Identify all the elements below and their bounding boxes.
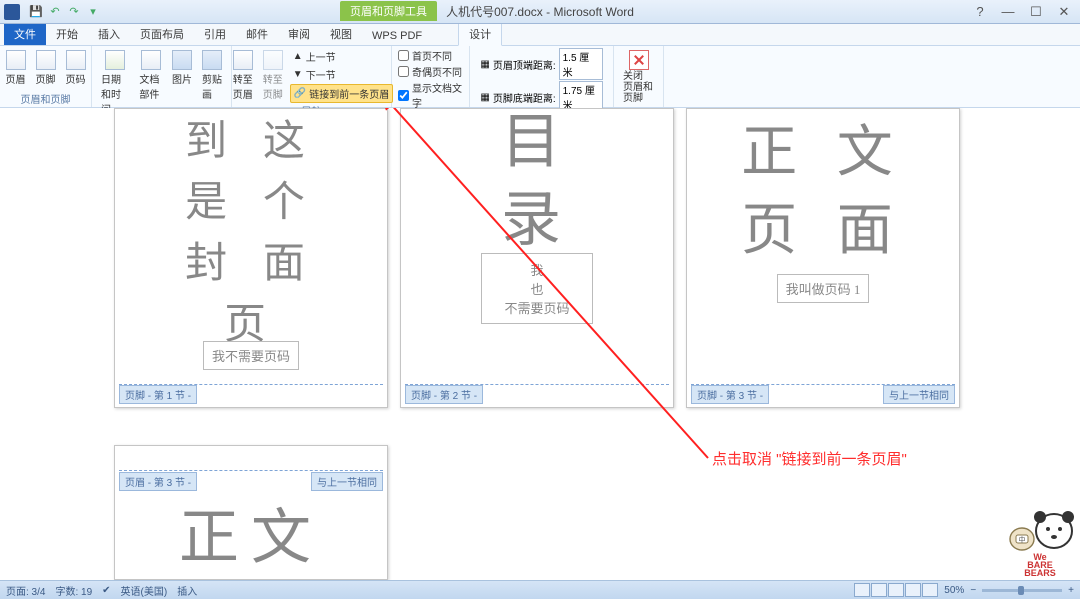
page-number-button[interactable]: 页码 — [63, 48, 89, 88]
status-page[interactable]: 页面: 3/4 — [6, 583, 45, 598]
header-icon: ▦ — [480, 59, 489, 70]
show-document-text-checkbox[interactable]: 显示文档文字 — [398, 80, 463, 110]
status-insert-mode[interactable]: 插入 — [177, 583, 197, 598]
status-words[interactable]: 字数: 19 — [55, 583, 92, 598]
footer-icon: ▦ — [480, 92, 489, 103]
p4-same-prev-tag: 与上一节相同 — [311, 472, 383, 491]
status-zoom[interactable]: 50% — [944, 585, 964, 596]
tab-mailings[interactable]: 邮件 — [236, 23, 278, 45]
p4-line1: 正文 — [115, 494, 387, 580]
link-icon: 🔗 — [294, 88, 306, 99]
tab-wps-pdf[interactable]: WPS PDF — [362, 27, 432, 45]
p3-line1: 正 文 — [687, 113, 959, 191]
window-title: 人机代号007.docx - Microsoft Word — [446, 3, 634, 20]
p1-line3: 封 面 — [115, 233, 387, 294]
close-header-footer-label: 关闭 页眉和页脚 — [623, 71, 654, 104]
p1-line2: 是 个 — [115, 172, 387, 233]
p2-box-l3: 不需要页码 — [504, 298, 569, 317]
help-icon[interactable]: ? — [968, 3, 992, 21]
p2-footer-tag: 页脚 - 第 2 节 - — [405, 385, 483, 404]
doc-parts-button[interactable]: 文档部件 — [136, 48, 165, 103]
footer-button-label: 页脚 — [36, 71, 56, 86]
zoom-slider[interactable] — [982, 589, 1062, 592]
tab-view[interactable]: 视图 — [320, 23, 362, 45]
footer-distance-label: 页脚底端距离: — [493, 90, 556, 105]
p1-box: 我不需要页码 — [203, 341, 299, 370]
page-number-button-label: 页码 — [66, 71, 86, 86]
tab-home[interactable]: 开始 — [46, 23, 88, 45]
goto-footer-label: 转至页脚 — [263, 71, 283, 101]
qat-redo-icon[interactable]: ↷ — [66, 4, 82, 20]
qat-save-icon[interactable]: 💾 — [28, 4, 44, 20]
doc-parts-button-label: 文档部件 — [139, 71, 162, 101]
clipart-button[interactable]: 剪贴画 — [199, 48, 225, 103]
p2-line2: 录 — [401, 181, 673, 259]
prev-section-button[interactable]: ▲上一节 — [290, 48, 393, 65]
odd-even-different-checkbox[interactable]: 奇偶页不同 — [398, 64, 463, 79]
minimize-icon[interactable]: — — [996, 3, 1020, 21]
word-app-icon — [4, 4, 20, 20]
maximize-icon[interactable]: ☐ — [1024, 3, 1048, 21]
first-page-different-label: 首页不同 — [412, 48, 452, 63]
tab-references[interactable]: 引用 — [194, 23, 236, 45]
zoom-out-icon[interactable]: − — [970, 585, 976, 596]
tab-page-layout[interactable]: 页面布局 — [130, 23, 194, 45]
p1-footer-tag: 页脚 - 第 1 节 - — [119, 385, 197, 404]
p4-header-tag: 页眉 - 第 3 节 - — [119, 472, 197, 491]
next-section-button[interactable]: ▼下一节 — [290, 66, 393, 83]
close-icon[interactable]: ✕ — [1052, 3, 1076, 21]
contextual-tab-group: 页眉和页脚工具 — [340, 1, 437, 21]
first-page-different-checkbox[interactable]: 首页不同 — [398, 48, 463, 63]
p1-line1: 到 这 — [115, 111, 387, 172]
goto-header-button[interactable]: 转至页眉 — [230, 48, 256, 103]
picture-button[interactable]: 图片 — [169, 48, 195, 88]
document-canvas[interactable]: 到 这 是 个 封 面 页 我不需要页码 页脚 - 第 1 节 - 目 录 我 … — [0, 108, 1080, 580]
show-document-text-label: 显示文档文字 — [412, 80, 463, 110]
qat-dropdown-icon[interactable]: ▾ — [85, 4, 101, 20]
up-arrow-icon: ▲ — [293, 51, 303, 62]
zoom-in-icon[interactable]: + — [1068, 585, 1074, 596]
annotation-text: 点击取消 "链接到前一条页眉" — [712, 448, 907, 469]
goto-footer-button[interactable]: 转至页脚 — [260, 48, 286, 103]
p3-box: 我叫做页码 1 — [777, 274, 870, 303]
footer-button[interactable]: 页脚 — [33, 48, 59, 88]
p2-line1: 目 — [401, 108, 673, 181]
next-section-label: 下一节 — [306, 67, 336, 82]
status-proof-icon[interactable]: ✔ — [102, 585, 110, 596]
link-to-previous-label: 链接到前一条页眉 — [309, 86, 389, 101]
prev-section-label: 上一节 — [306, 49, 336, 64]
group-header-footer-label: 页眉和页脚 — [6, 91, 85, 107]
close-header-footer-button[interactable]: 关闭 页眉和页脚 — [620, 48, 657, 106]
link-to-previous-button[interactable]: 🔗链接到前一条页眉 — [290, 84, 393, 103]
goto-header-label: 转至页眉 — [233, 71, 253, 101]
header-distance-label: 页眉顶端距离: — [493, 57, 556, 72]
tab-review[interactable]: 审阅 — [278, 23, 320, 45]
tab-design[interactable]: 设计 — [458, 22, 502, 46]
p2-box-l2: 也 — [504, 279, 569, 298]
qat-undo-icon[interactable]: ↶ — [47, 4, 63, 20]
p3-line2: 页 面 — [687, 191, 959, 269]
tab-insert[interactable]: 插入 — [88, 23, 130, 45]
header-button[interactable]: 页眉 — [3, 48, 29, 88]
down-arrow-icon: ▼ — [293, 69, 303, 80]
picture-button-label: 图片 — [172, 71, 192, 86]
file-tab[interactable]: 文件 — [4, 23, 46, 45]
header-distance-input[interactable]: 1.5 厘米 — [559, 48, 603, 80]
clipart-button-label: 剪贴画 — [202, 71, 222, 101]
p3-same-prev-tag: 与上一节相同 — [883, 385, 955, 404]
status-language[interactable]: 英语(美国) — [121, 583, 168, 598]
p3-footer-tag: 页脚 - 第 3 节 - — [691, 385, 769, 404]
odd-even-different-label: 奇偶页不同 — [412, 64, 462, 79]
p2-box-l1: 我 — [504, 260, 569, 279]
view-mode-buttons[interactable] — [854, 583, 938, 597]
header-button-label: 页眉 — [6, 71, 26, 86]
